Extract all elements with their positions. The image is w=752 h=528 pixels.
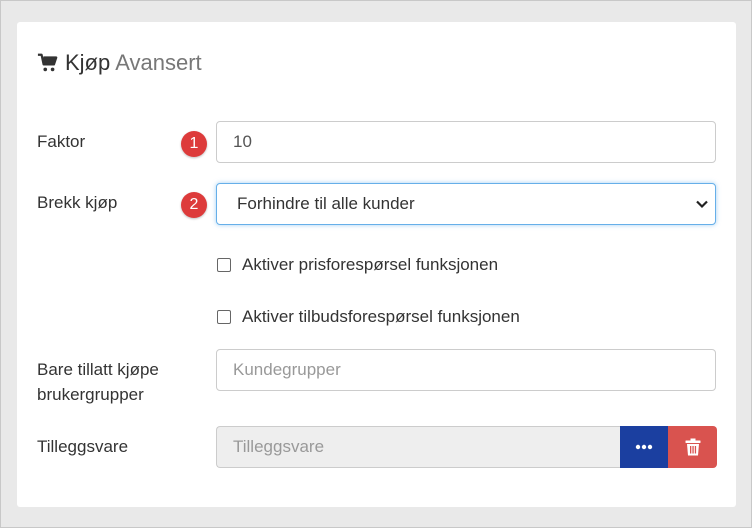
ellipsis-icon bbox=[635, 444, 653, 450]
customer-groups-input[interactable]: Kundegrupper bbox=[216, 349, 716, 391]
offer-request-checkbox-row[interactable]: Aktiver tilbudsforespørsel funksjonen bbox=[217, 307, 520, 327]
brekk-selected-value: Forhindre til alle kunder bbox=[237, 194, 415, 213]
faktor-label: Faktor bbox=[37, 132, 86, 151]
trash-icon bbox=[685, 438, 700, 456]
addon-browse-button[interactable] bbox=[620, 426, 668, 468]
addon-input: Tilleggsvare bbox=[216, 426, 620, 468]
title-subtitle: Avansert bbox=[115, 50, 202, 75]
panel-title: Kjøp Avansert bbox=[37, 50, 202, 76]
price-request-checkbox[interactable] bbox=[217, 258, 231, 272]
price-request-label: Aktiver prisforespørsel funksjonen bbox=[242, 255, 499, 274]
faktor-input[interactable]: 10 bbox=[216, 121, 716, 163]
faktor-value: 10 bbox=[233, 132, 252, 151]
user-groups-label-line1: Bare tillatt kjøpe bbox=[37, 360, 159, 379]
brekk-select[interactable]: Forhindre til alle kunder bbox=[216, 183, 716, 225]
offer-request-checkbox[interactable] bbox=[217, 310, 231, 324]
title-main: Kjøp bbox=[65, 50, 111, 75]
addon-label: Tilleggsvare bbox=[37, 437, 129, 456]
faktor-step-badge: 1 bbox=[181, 131, 207, 157]
addon-delete-button[interactable] bbox=[668, 426, 717, 468]
page-background: Kjøp Avansert Faktor 1 10 Brekk kjøp 2 F… bbox=[0, 0, 752, 528]
price-request-checkbox-row[interactable]: Aktiver prisforespørsel funksjonen bbox=[217, 255, 498, 275]
brekk-step-badge: 2 bbox=[181, 192, 207, 218]
addon-placeholder: Tilleggsvare bbox=[233, 437, 325, 456]
advanced-purchase-panel: Kjøp Avansert Faktor 1 10 Brekk kjøp 2 F… bbox=[17, 22, 736, 507]
chevron-down-icon bbox=[696, 200, 708, 209]
customer-groups-placeholder: Kundegrupper bbox=[233, 360, 341, 379]
shopping-cart-icon bbox=[37, 53, 58, 72]
brekk-label: Brekk kjøp bbox=[37, 193, 118, 212]
user-groups-label: Bare tillatt kjøpe brukergrupper bbox=[37, 357, 159, 407]
user-groups-label-line2: brukergrupper bbox=[37, 385, 144, 404]
offer-request-label: Aktiver tilbudsforespørsel funksjonen bbox=[242, 307, 520, 326]
